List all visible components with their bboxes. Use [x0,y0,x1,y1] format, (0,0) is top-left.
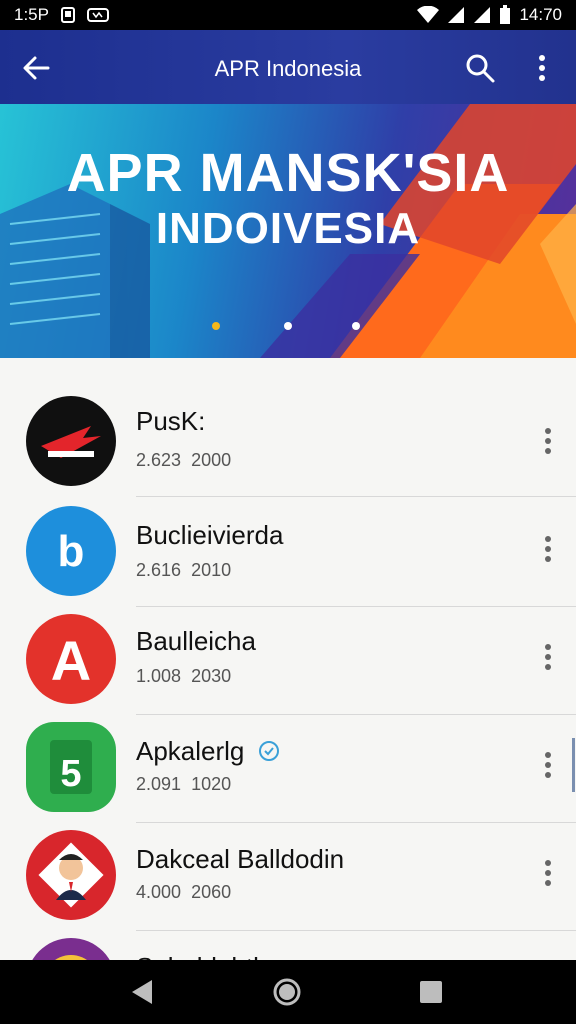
list-item[interactable]: Dakceal Balldodin 4.000 2060 [0,824,576,932]
red-arrow-app-icon [26,396,116,486]
list-item[interactable]: A Baulleicha 1.008 2030 [0,608,576,716]
signal-icon [448,7,465,23]
featured-banner[interactable]: APR MANSK'SIA INDOIVESIA [0,104,576,358]
green-bag-app-icon: 5 [26,722,116,812]
banner-page-dot-active[interactable] [212,322,220,330]
home-circle-icon[interactable] [272,977,302,1007]
more-vert-icon[interactable] [530,52,554,84]
divider [136,496,576,497]
app-meta: 4.000 2060 [136,882,232,902]
svg-text:5: 5 [60,753,81,795]
status-bar: 1:5P 14:70 [0,0,576,30]
divider [136,822,576,823]
app-name: Sabaldabtla [136,952,273,960]
app-name: PusK: [136,406,206,436]
status-time-right: 14:70 [519,5,562,24]
more-vert-icon[interactable] [538,642,558,672]
app-meta: 2.091 1020 [136,774,232,794]
app-meta: 1.008 2030 [136,666,232,686]
svg-text:A: A [51,629,91,692]
app-meta: 2.623 2000 [136,450,232,470]
app-name: Apkalerlg [136,736,280,767]
scrollbar-thumb[interactable] [572,738,575,792]
back-triangle-icon[interactable] [130,979,154,1005]
media-icon [86,8,109,22]
status-time-left: 1:5P [14,5,49,24]
app-meta: 2.616 2010 [136,560,232,580]
app-name: Dakceal Balldodin [136,844,345,874]
list-item[interactable]: Sabaldabtla [0,932,576,960]
verified-badge-icon [258,741,279,761]
more-vert-icon[interactable] [538,534,558,564]
search-icon[interactable] [464,52,496,84]
recents-square-icon[interactable] [419,980,443,1004]
divider [136,714,576,715]
more-vert-icon[interactable] [538,426,558,456]
svg-text:b: b [58,527,85,576]
divider [136,930,576,931]
divider [136,606,576,607]
list-item[interactable]: b Buclieivierda 2.616 2010 [0,498,576,607]
banner-title-line2: INDOIVESIA [155,204,421,253]
app-name: Baulleicha [136,626,256,656]
purple-app-icon [26,938,116,960]
app-name: Buclieivierda [136,520,284,550]
app-list: PusK: 2.623 2000 b Buclieivierda 2.616 2… [0,358,576,960]
signal-icon-2 [474,7,491,23]
cartoon-man-app-icon [26,830,116,920]
app-bar: APR Indonesia [0,30,576,104]
banner-page-dot[interactable] [284,322,292,330]
wifi-icon [417,6,440,23]
list-item[interactable]: 5 Apkalerlg 2.091 1020 [0,716,576,824]
more-vert-icon[interactable] [538,750,558,780]
banner-title-line1: APR MANSK'SIA [66,143,510,203]
more-vert-icon[interactable] [538,858,558,888]
system-nav-bar [0,960,576,1024]
banner-page-dot[interactable] [352,322,360,330]
notification-icon [60,7,75,23]
blue-b-app-icon: b [26,506,116,596]
red-a-app-icon: A [26,614,116,704]
battery-icon [500,5,511,24]
list-item[interactable]: PusK: 2.623 2000 [0,388,576,497]
